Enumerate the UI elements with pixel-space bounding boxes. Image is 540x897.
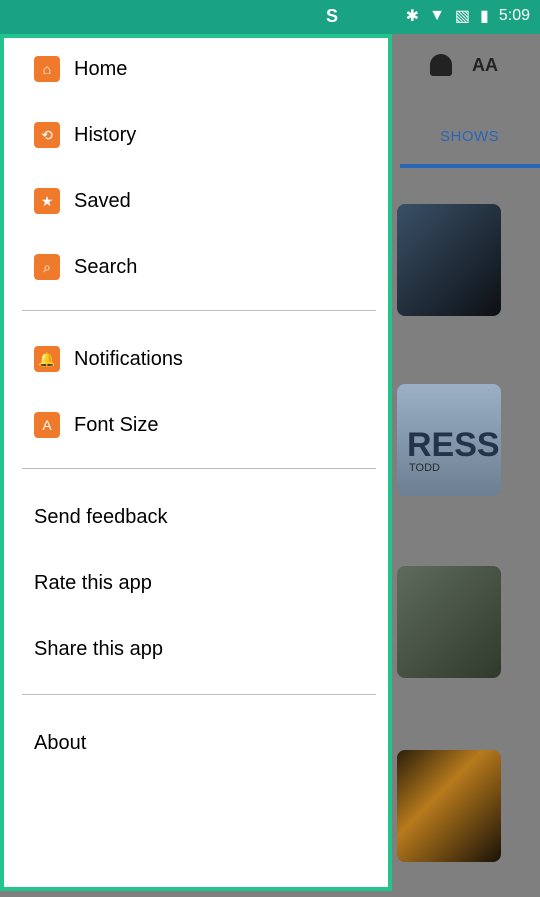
bluetooth-icon: ✱: [405, 8, 420, 25]
wifi-icon: ▼: [429, 7, 445, 24]
card-subtext: TODD: [409, 462, 440, 474]
card-text: RESS: [407, 426, 500, 464]
show-card[interactable]: RESS TODD: [397, 384, 501, 496]
battery-icon: ▮: [480, 8, 489, 25]
notifications-icon[interactable]: [430, 54, 452, 76]
drawer-item-share-app[interactable]: Share this app: [34, 638, 163, 661]
drawer-item-label: Notifications: [74, 347, 183, 370]
drawer-item-search[interactable]: ⌕ Search: [34, 254, 137, 280]
font-size-icon: A: [34, 412, 60, 438]
show-card[interactable]: [397, 750, 501, 862]
divider: [22, 694, 376, 695]
drawer-item-label: History: [74, 123, 137, 146]
time: 5:09: [498, 7, 530, 24]
drawer-item-label: Saved: [74, 189, 131, 212]
search-icon: ⌕: [34, 254, 60, 280]
drawer-item-home[interactable]: ⌂ Home: [34, 56, 127, 82]
drawer-item-rate-app[interactable]: Rate this app: [34, 572, 152, 595]
star-icon: ★: [34, 188, 60, 214]
bell-icon: 🔔: [34, 346, 60, 372]
drawer-item-send-feedback[interactable]: Send feedback: [34, 506, 167, 529]
drawer-item-notifications[interactable]: 🔔 Notifications: [34, 346, 183, 372]
tab-shows[interactable]: SHOWS: [400, 120, 540, 168]
font-size-icon[interactable]: AA: [472, 55, 498, 76]
drawer-item-history[interactable]: ⟲ History: [34, 122, 136, 148]
show-card[interactable]: [397, 204, 501, 316]
status-bar: S ✱ ▼ ▧ ▮ 5:09: [0, 0, 540, 34]
drawer-item-label: Search: [74, 255, 138, 278]
drawer-item-font-size[interactable]: A Font Size: [34, 412, 158, 438]
divider: [22, 468, 376, 469]
drawer-item-about[interactable]: About: [34, 732, 86, 755]
divider: [22, 310, 376, 311]
home-icon: ⌂: [34, 56, 60, 82]
history-icon: ⟲: [34, 122, 60, 148]
drawer-item-label: Font Size: [74, 413, 159, 436]
tab-shows-label: SHOWS: [440, 128, 500, 145]
no-sim-icon: ▧: [454, 8, 471, 25]
drawer-item-label: Home: [74, 57, 128, 80]
drawer-item-saved[interactable]: ★ Saved: [34, 188, 131, 214]
navigation-drawer: ⌂ Home ⟲ History ★ Saved ⌕ Search 🔔 Noti…: [0, 34, 392, 891]
app-symbol: S: [326, 6, 339, 26]
show-card[interactable]: [397, 566, 501, 678]
